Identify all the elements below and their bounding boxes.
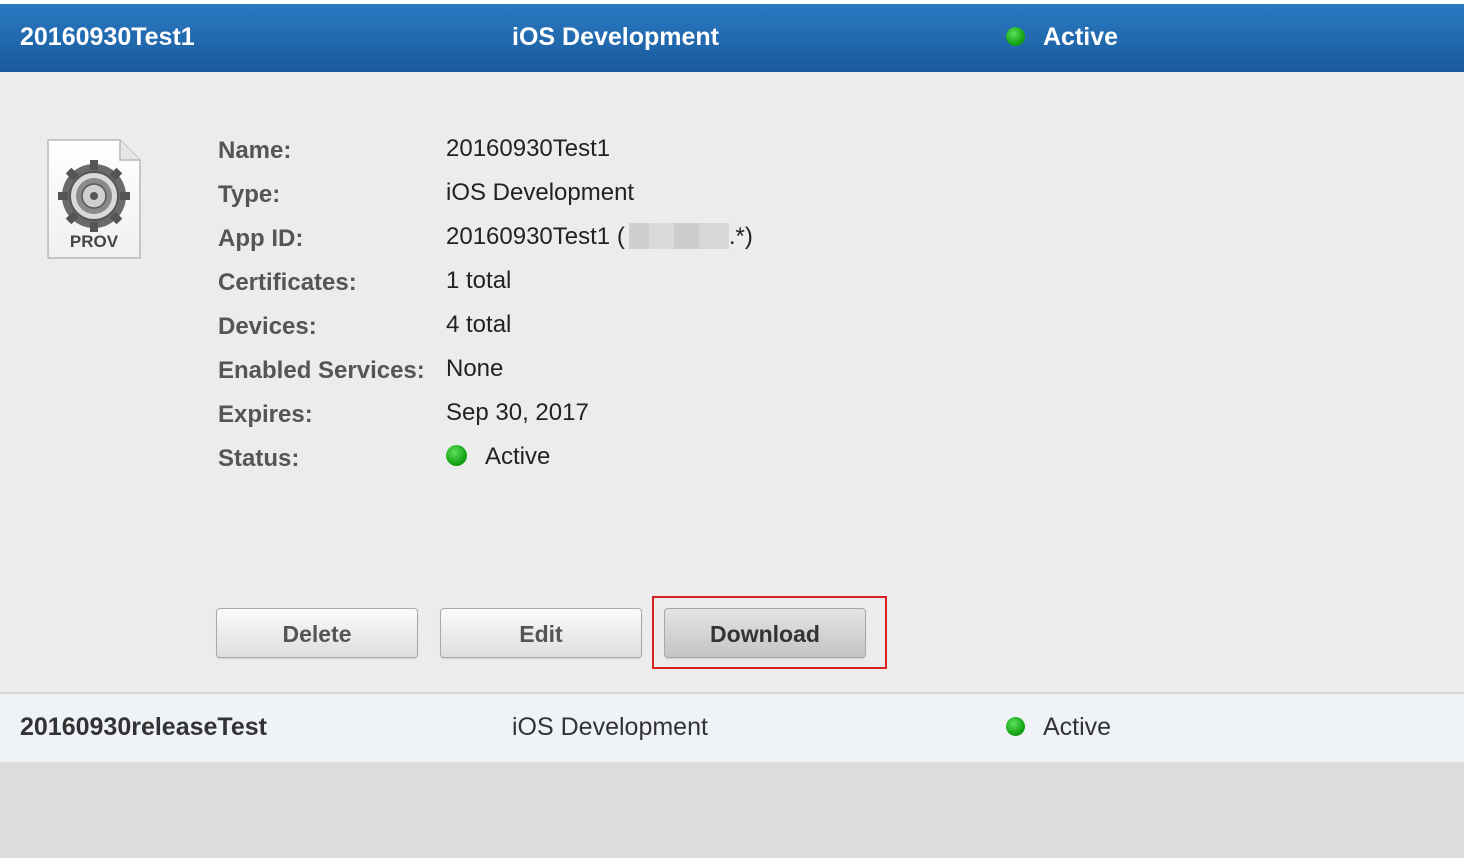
status-value-text: Active xyxy=(485,443,551,470)
profile-name: 20160930releaseTest xyxy=(20,713,267,741)
profile-row-selected[interactable]: 20160930Test1 iOS Development Active xyxy=(0,4,1464,73)
profile-type: iOS Development xyxy=(512,713,708,741)
app-id-value: 20160930Test1 ( .*) xyxy=(446,222,753,251)
certificates-label: Certificates: xyxy=(218,269,357,296)
app-id-suffix: .*) xyxy=(728,223,753,250)
redacted-bundle-id xyxy=(628,222,729,249)
empty-list-area xyxy=(0,762,1464,858)
status-label: Status: xyxy=(218,445,300,472)
profile-type: iOS Development xyxy=(512,23,719,51)
profile-status: Active xyxy=(1006,694,1111,762)
prov-file-icon: PROV xyxy=(44,138,144,262)
edit-button[interactable]: Edit xyxy=(440,608,642,658)
profile-detail-panel: PROV Name: 20160930Test1 Type: iOS Devel… xyxy=(0,72,1464,694)
status-active-icon xyxy=(446,445,467,467)
status-active-icon xyxy=(1006,716,1025,736)
name-label: Name: xyxy=(218,137,292,164)
prov-file-label: PROV xyxy=(69,232,119,251)
certificates-value: 1 total xyxy=(446,267,512,294)
profile-status-label: Active xyxy=(1043,23,1119,51)
enabled-services-label: Enabled Services: xyxy=(218,357,425,384)
status-active-icon xyxy=(1006,26,1025,46)
profile-status-label: Active xyxy=(1043,713,1112,741)
download-highlight-box xyxy=(652,596,887,669)
profile-name: 20160930Test1 xyxy=(20,23,195,51)
type-value: iOS Development xyxy=(446,179,635,206)
status-value: Active xyxy=(446,443,550,471)
app-id-prefix: 20160930Test1 ( xyxy=(446,223,625,250)
profile-row[interactable]: 20160930releaseTest iOS Development Acti… xyxy=(0,694,1464,762)
expires-label: Expires: xyxy=(218,401,313,428)
app-id-label: App ID: xyxy=(218,225,304,252)
devices-value: 4 total xyxy=(446,311,512,338)
delete-button[interactable]: Delete xyxy=(216,608,418,658)
enabled-services-value: None xyxy=(446,355,504,382)
profile-status: Active xyxy=(1006,4,1118,72)
type-label: Type: xyxy=(218,181,281,208)
expires-value: Sep 30, 2017 xyxy=(446,399,589,426)
name-value: 20160930Test1 xyxy=(446,135,611,162)
devices-label: Devices: xyxy=(218,313,317,340)
